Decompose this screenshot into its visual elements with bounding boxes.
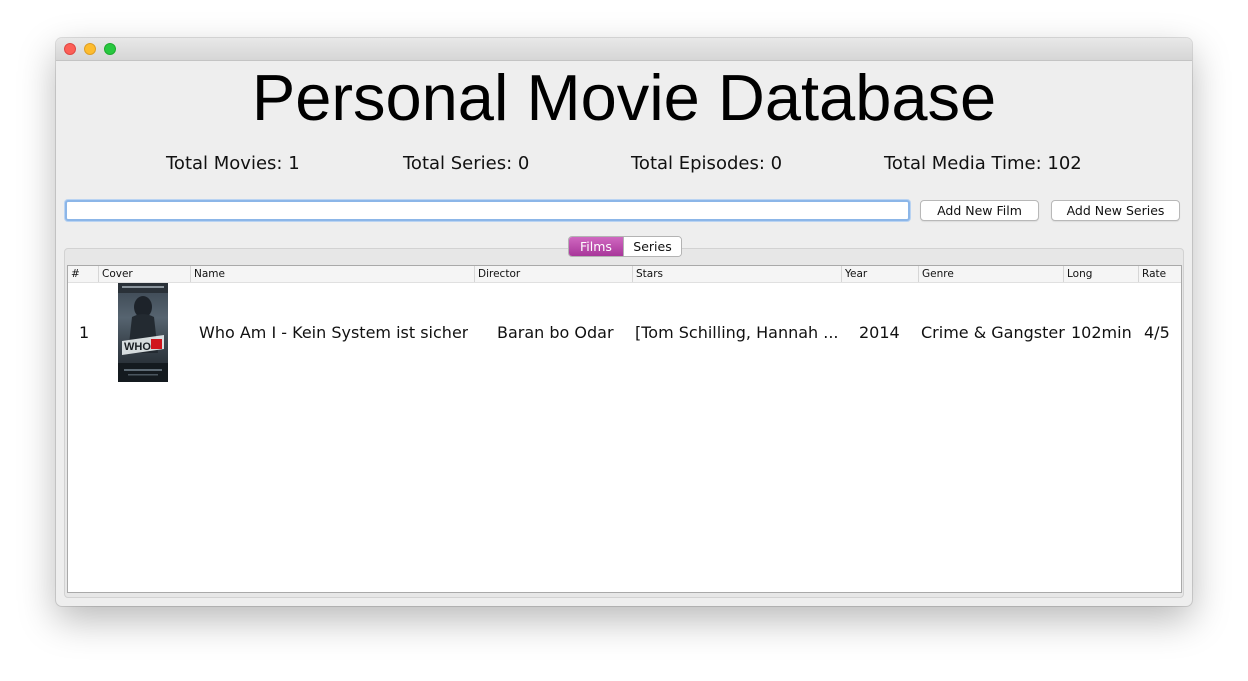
app-window: Personal Movie Database Total Movies: 1 … — [56, 38, 1192, 606]
column-header-year[interactable]: Year — [841, 266, 918, 282]
table-row[interactable]: 1 WHO Who Am I - Kein System ist sicher … — [68, 283, 1181, 383]
column-header-rate[interactable]: Rate — [1138, 266, 1181, 282]
cell-stars: [Tom Schilling, Hannah ... — [635, 323, 839, 342]
total-movies-stat: Total Movies: 1 — [166, 153, 300, 174]
column-header-director[interactable]: Director — [474, 266, 632, 282]
table-header: # Cover Name Director Stars Year Genre L… — [68, 266, 1181, 283]
total-series-stat: Total Series: 0 — [403, 153, 530, 174]
cell-genre: Crime & Gangster — [921, 323, 1065, 342]
column-header-name[interactable]: Name — [190, 266, 474, 282]
total-episodes-stat: Total Episodes: 0 — [631, 153, 783, 174]
add-new-series-button[interactable]: Add New Series — [1051, 200, 1180, 221]
search-input[interactable] — [65, 200, 910, 221]
title-bar — [56, 38, 1192, 61]
close-window-button[interactable] — [64, 43, 76, 55]
column-header-long[interactable]: Long — [1063, 266, 1138, 282]
zoom-window-button[interactable] — [104, 43, 116, 55]
cell-rate: 4/5 — [1144, 323, 1170, 342]
cell-director: Baran bo Odar — [497, 323, 614, 342]
films-table: # Cover Name Director Stars Year Genre L… — [67, 265, 1182, 593]
page-title: Personal Movie Database — [251, 61, 997, 134]
minimize-window-button[interactable] — [84, 43, 96, 55]
column-header-cover[interactable]: Cover — [98, 266, 190, 282]
tab-series[interactable]: Series — [623, 237, 681, 256]
column-header-index[interactable]: # — [68, 266, 98, 282]
cell-index: 1 — [79, 323, 90, 342]
cell-name: Who Am I - Kein System ist sicher — [199, 323, 469, 342]
movie-poster-icon: WHO — [118, 283, 168, 382]
tab-films[interactable]: Films — [569, 237, 623, 256]
view-tabs: Films Series — [568, 236, 682, 257]
add-new-film-button[interactable]: Add New Film — [920, 200, 1039, 221]
column-header-stars[interactable]: Stars — [632, 266, 841, 282]
svg-text:WHO: WHO — [124, 341, 151, 353]
column-header-genre[interactable]: Genre — [918, 266, 1063, 282]
total-media-time-stat: Total Media Time: 102 — [884, 153, 1082, 174]
cell-year: 2014 — [859, 323, 900, 342]
cell-long: 102min — [1071, 323, 1132, 342]
